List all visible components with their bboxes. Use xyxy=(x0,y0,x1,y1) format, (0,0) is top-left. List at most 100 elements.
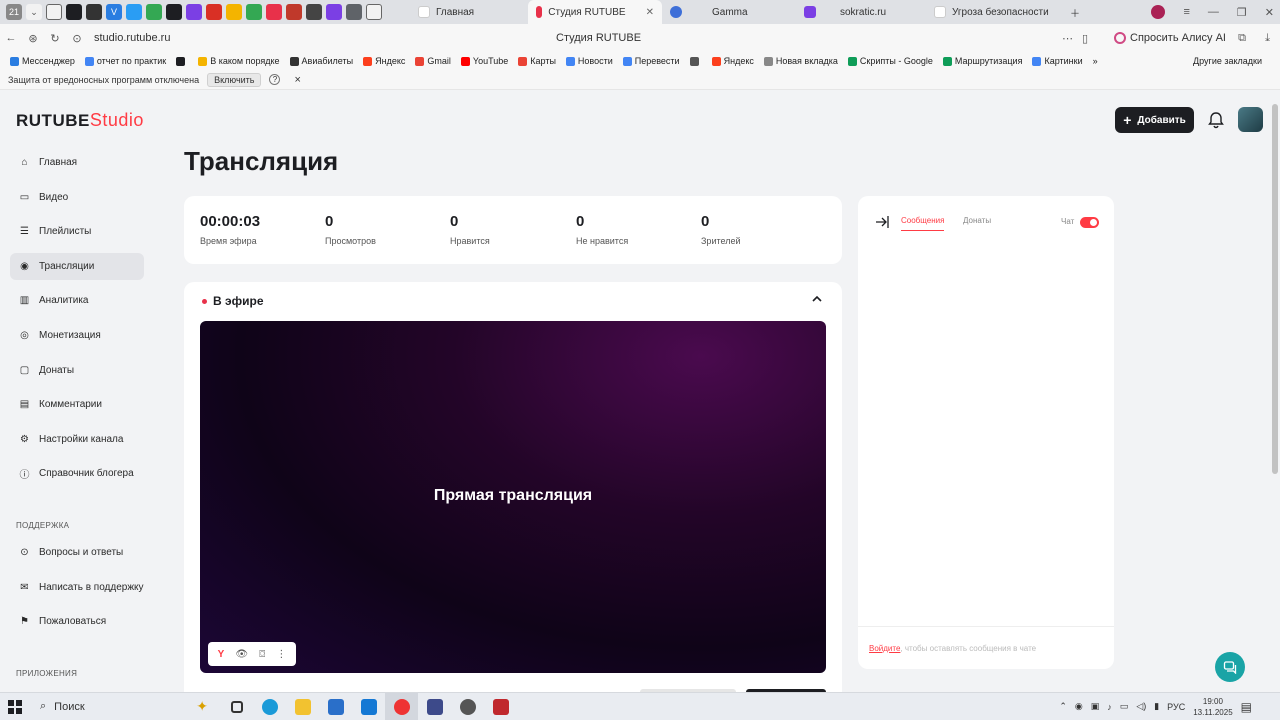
sidebar-item-comment[interactable]: ▤ Комментарии xyxy=(10,391,144,418)
bookmark-item[interactable] xyxy=(689,56,702,66)
sidebar-item-broadcast[interactable]: ◉ Трансляции xyxy=(10,252,144,280)
collapse-panel-icon[interactable] xyxy=(875,215,889,229)
tab-sokratic[interactable]: sokratic.ru xyxy=(796,0,926,24)
tab-donates[interactable]: Донаты xyxy=(963,216,991,225)
tab-home[interactable]: Главная xyxy=(410,0,528,24)
yandex-browser-icon[interactable] xyxy=(385,692,418,720)
task-view-icon[interactable] xyxy=(220,693,253,720)
pinned-tab-icon[interactable] xyxy=(346,4,362,20)
bookmark-item[interactable]: Карты xyxy=(518,56,556,66)
volume-icon[interactable]: ◁) xyxy=(1136,701,1146,712)
language-indicator[interactable]: РУС xyxy=(1167,702,1185,712)
explorer-icon[interactable] xyxy=(286,693,319,720)
help-icon[interactable]: ? xyxy=(269,74,281,85)
yandex-icon[interactable]: Y xyxy=(218,649,225,660)
store-icon[interactable] xyxy=(319,693,352,720)
yandex-icon[interactable]: ⊛ xyxy=(22,32,44,45)
notification-bell-icon[interactable] xyxy=(1207,111,1225,129)
chat-toggle[interactable] xyxy=(1080,217,1099,228)
extensions-icon[interactable]: ⧉ xyxy=(1238,32,1246,45)
screenshot-icon[interactable]: ⌼ xyxy=(259,649,265,660)
app-icon[interactable] xyxy=(484,693,517,720)
more-bookmarks-icon[interactable]: » xyxy=(1093,56,1098,66)
tab-studio-rutube[interactable]: Студия RUTUBE ✕ xyxy=(528,0,662,24)
pinned-tab-icon[interactable] xyxy=(306,4,322,20)
login-link[interactable]: Войдите xyxy=(869,644,900,653)
enable-protection-button[interactable]: Включить xyxy=(207,72,262,87)
more-icon[interactable]: ⋮ xyxy=(276,649,286,660)
taskbar-search[interactable]: ⌕ Поиск ✦ xyxy=(30,693,220,720)
sidebar-item-coin[interactable]: ◎ Монетизация xyxy=(10,322,144,349)
menu-icon[interactable]: ≡ xyxy=(1183,6,1189,18)
minimize-icon[interactable]: — xyxy=(1208,6,1219,18)
bookmark-item[interactable]: Авиабилеты xyxy=(289,56,353,66)
doc-icon[interactable] xyxy=(366,4,382,20)
app-icon[interactable] xyxy=(451,693,484,720)
url-field[interactable]: studio.rutube.ru xyxy=(94,32,170,44)
video-player[interactable]: Прямая трансляция Y 👁 ⌼ ⋮ xyxy=(200,321,826,673)
back-icon[interactable]: ← xyxy=(0,32,22,44)
battery-icon[interactable]: ▮ xyxy=(1154,701,1159,712)
notifications-icon[interactable]: ▤ xyxy=(1241,700,1252,714)
avatar[interactable] xyxy=(1238,107,1263,132)
network-icon[interactable]: ▭ xyxy=(1120,701,1129,712)
tabs-menu-icon[interactable]: ⌄ xyxy=(26,4,42,20)
drive-icon[interactable] xyxy=(146,4,162,20)
restore-icon[interactable]: ❐ xyxy=(1237,6,1247,19)
mail-icon[interactable] xyxy=(126,4,142,20)
profile-icon[interactable] xyxy=(1151,5,1166,19)
bookmark-item[interactable]: Скрипты - Google xyxy=(847,56,933,66)
pinned-tab-icon[interactable] xyxy=(186,4,202,20)
start-button[interactable] xyxy=(0,699,30,714)
microphone-icon[interactable]: ♪ xyxy=(1107,702,1112,712)
pinned-tab-icon[interactable] xyxy=(206,4,222,20)
sidebar-item-video[interactable]: ▭ Видео xyxy=(10,184,144,211)
bookmark-item[interactable]: YouTube xyxy=(460,56,508,66)
pinned-tab-icon[interactable] xyxy=(66,4,82,20)
close-tab-icon[interactable]: ✕ xyxy=(646,7,654,18)
pinned-tab-icon[interactable] xyxy=(266,4,282,20)
pinned-tab-icon[interactable] xyxy=(86,4,102,20)
bookmark-icon[interactable]: ▯ xyxy=(1082,32,1088,45)
eye-icon[interactable]: 👁 xyxy=(235,649,248,660)
bookmark-item[interactable]: В каком порядке xyxy=(198,56,280,66)
sidebar-item-home[interactable]: ⌂ Главная xyxy=(10,149,144,176)
pinned-tab-icon[interactable] xyxy=(286,4,302,20)
bookmark-item[interactable]: Перевести xyxy=(622,56,680,66)
tab-gamma[interactable]: Gamma xyxy=(662,0,796,24)
tray-app-icon[interactable]: ▣ xyxy=(1091,701,1100,712)
edge-icon[interactable] xyxy=(253,693,286,720)
support-chat-button[interactable] xyxy=(1215,652,1245,682)
app-icon[interactable] xyxy=(418,693,451,720)
vk-icon[interactable]: V xyxy=(106,4,122,20)
new-tab-button[interactable]: ＋ xyxy=(1062,0,1088,24)
close-notice-icon[interactable]: × xyxy=(294,74,300,86)
bookmark-item[interactable]: Gmail xyxy=(415,56,451,66)
bookmark-item[interactable]: Мессенджер xyxy=(10,56,75,66)
widget-icon[interactable]: ✦ xyxy=(196,698,208,715)
page-scrollbar[interactable] xyxy=(1272,104,1278,474)
close-window-icon[interactable]: ✕ xyxy=(1265,6,1274,19)
sidebar-item-gear[interactable]: ⚙ Настройки канала xyxy=(10,426,144,453)
sidebar-item-donate[interactable]: ▢ Донаты xyxy=(10,357,144,384)
pinned-tab-icon[interactable] xyxy=(166,4,182,20)
sidebar-item-question[interactable]: ⊙ Вопросы и ответы xyxy=(10,539,144,566)
bookmark-item[interactable]: Новости xyxy=(565,56,613,66)
sidebar-item-analytics[interactable]: ▥ Аналитика xyxy=(10,287,144,314)
add-button[interactable]: + Добавить xyxy=(1115,107,1194,133)
rutube-studio-logo[interactable]: RUTUBEStudio xyxy=(16,110,144,131)
bookmark-item[interactable] xyxy=(176,56,188,66)
bookmark-item[interactable]: Маршрутизация xyxy=(942,56,1022,66)
lock-icon[interactable]: ⊙ xyxy=(66,32,88,45)
tray-app-icon[interactable]: ◉ xyxy=(1075,701,1083,712)
sidebar-item-playlist[interactable]: ☰ Плейлисты xyxy=(10,218,144,245)
ask-alice-button[interactable]: Спросить Алису AI xyxy=(1114,32,1226,44)
bookmark-item[interactable]: Яндекс xyxy=(363,56,405,66)
bookmark-item[interactable]: отчет по практик xyxy=(84,56,166,66)
sidebar-item-mail[interactable]: ✉ Написать в поддержку xyxy=(10,574,144,601)
chevron-up-icon[interactable]: ⌃ xyxy=(1059,701,1067,712)
sidebar-item-flag[interactable]: ⚑ Пожаловаться xyxy=(10,608,144,635)
sidebar-item-info[interactable]: ⓘ Справочник блогера xyxy=(10,460,144,487)
clock[interactable]: 19:00 13.11.2025 xyxy=(1193,696,1232,718)
pinned-tab-icon[interactable] xyxy=(226,4,242,20)
